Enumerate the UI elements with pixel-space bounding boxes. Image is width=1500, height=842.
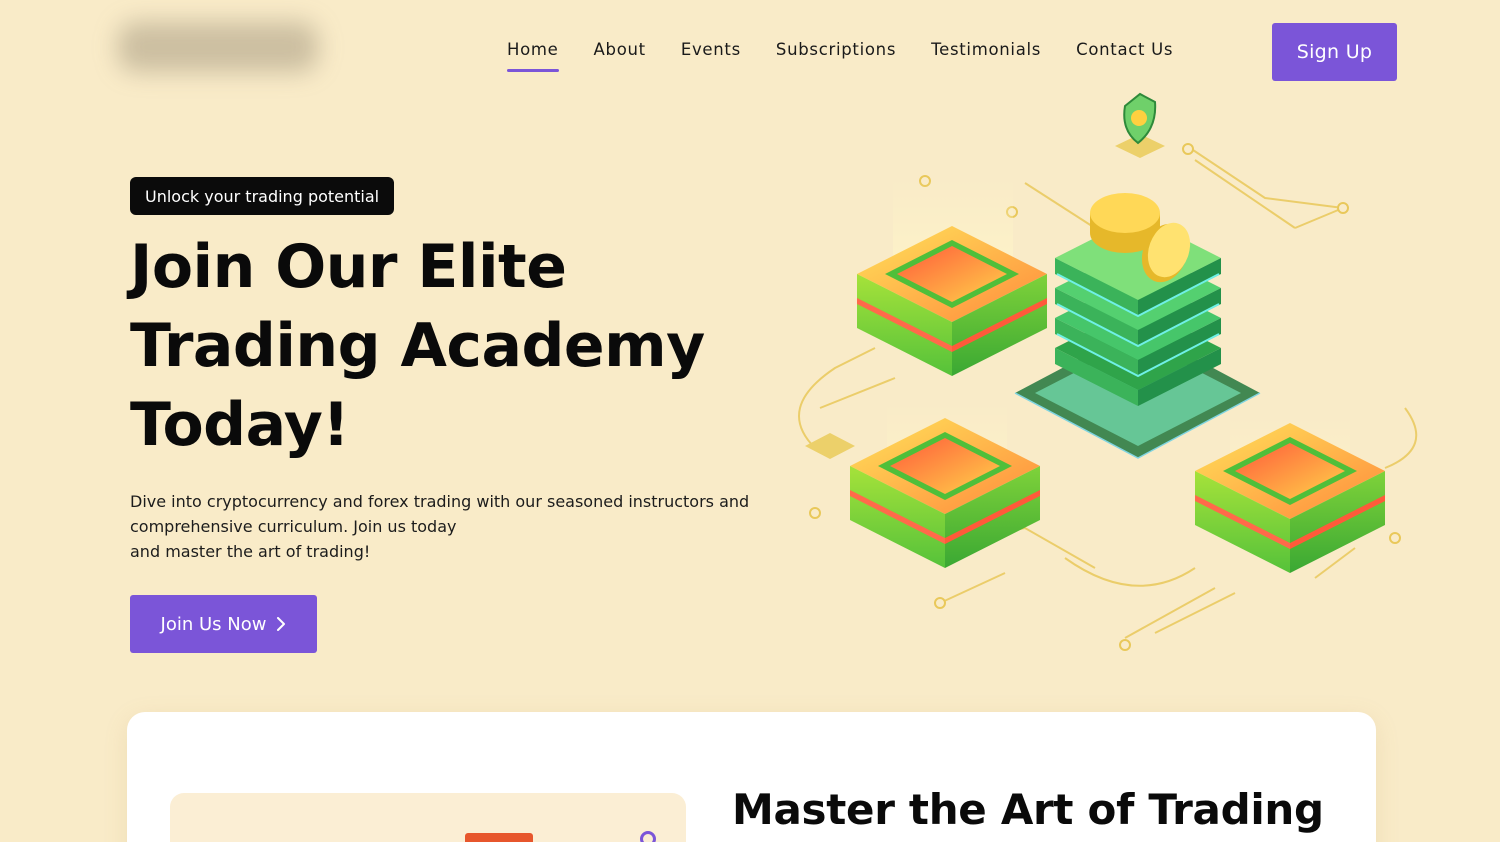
description-line-2: comprehensive curriculum. Join us today bbox=[130, 517, 457, 536]
logo[interactable] bbox=[118, 22, 318, 72]
nav-contact-us[interactable]: Contact Us bbox=[1076, 40, 1173, 66]
description-line-3: and master the art of trading! bbox=[130, 542, 371, 561]
nav-subscriptions[interactable]: Subscriptions bbox=[776, 40, 896, 66]
main-nav: Home About Events Subscriptions Testimon… bbox=[507, 40, 1208, 72]
intro-card-image bbox=[170, 793, 686, 842]
join-us-now-button[interactable]: Join Us Now bbox=[130, 595, 317, 653]
nav-home[interactable]: Home bbox=[507, 40, 559, 72]
hero-description: Dive into cryptocurrency and forex tradi… bbox=[130, 489, 780, 564]
nav-testimonials[interactable]: Testimonials bbox=[931, 40, 1041, 66]
nav-events[interactable]: Events bbox=[681, 40, 741, 66]
hero-badge: Unlock your trading potential bbox=[130, 177, 395, 215]
headline-line-3: Today! bbox=[130, 390, 350, 460]
sign-up-button[interactable]: Sign Up bbox=[1272, 23, 1397, 81]
headline-line-1: Join Our Elite bbox=[130, 232, 567, 302]
hero-headline: Join Our Elite Trading Academy Today! bbox=[130, 228, 770, 465]
chevron-right-icon bbox=[277, 617, 286, 631]
section-title: Master the Art of Trading bbox=[732, 785, 1324, 834]
join-us-now-label: Join Us Now bbox=[160, 613, 267, 635]
intro-card: Master the Art of Trading bbox=[127, 712, 1376, 842]
description-line-1: Dive into cryptocurrency and forex tradi… bbox=[130, 492, 750, 511]
location-pin-icon bbox=[640, 831, 656, 842]
nav-about[interactable]: About bbox=[594, 40, 646, 66]
headline-line-2: Trading Academy bbox=[130, 311, 705, 381]
decorative-shape bbox=[465, 833, 533, 842]
hero-illustration bbox=[798, 92, 1418, 651]
